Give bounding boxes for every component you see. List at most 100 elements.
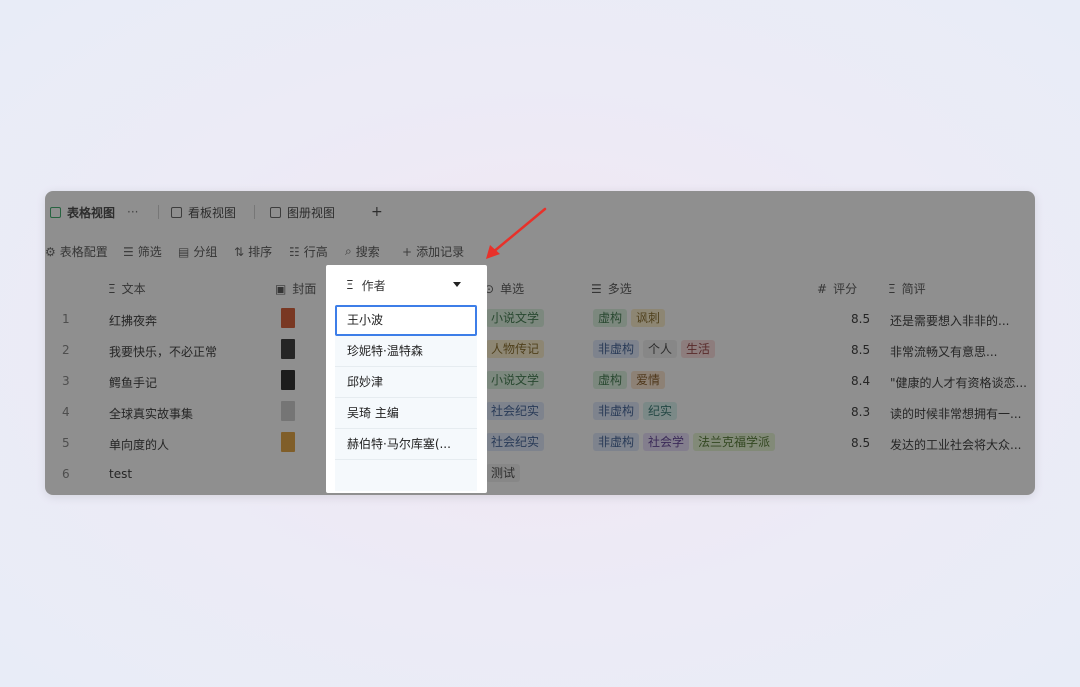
single-select-cell[interactable]: 小说文学 (486, 371, 548, 389)
column-header-single[interactable]: ⊙ 单选 (484, 280, 524, 297)
image-field-icon: ▣ (275, 281, 287, 296)
caret-down-icon[interactable] (453, 282, 461, 287)
action-label: 分组 (193, 245, 218, 259)
single-select-cell[interactable]: 人物传记 (486, 340, 548, 358)
score-cell[interactable]: 8.5 (851, 312, 870, 326)
row-number: 5 (62, 436, 70, 450)
review-cell[interactable]: 还是需要想入非非的... (890, 312, 1009, 329)
action-label: 筛选 (137, 245, 162, 259)
tab-label: 表格视图 (67, 205, 116, 220)
author-option[interactable]: 赫伯特·马尔库塞(... (335, 429, 477, 460)
select-tag: 虚构 (593, 371, 628, 389)
column-header-multi[interactable]: ☰ 多选 (591, 280, 632, 297)
tab-divider (158, 205, 159, 219)
sort-button[interactable]: ⇅ 排序 (234, 243, 272, 260)
review-cell[interactable]: 发达的工业社会将大众... (890, 436, 1021, 453)
more-icon[interactable]: ··· (127, 205, 138, 219)
toolbar-actions: ⚙ 表格配置 ☰ 筛选 ▤ 分组 ⇅ 排序 ☷ 行高 ⌕ 搜索 + 添加记录 (45, 233, 1035, 267)
row-number: 4 (62, 405, 70, 419)
review-cell[interactable]: 非常流畅又有意思... (890, 343, 997, 360)
single-select-cell[interactable]: 社会纪实 (486, 433, 548, 451)
select-tag: 小说文学 (486, 309, 545, 327)
add-record-button[interactable]: + 添加记录 (402, 243, 464, 260)
author-option-selected[interactable]: 王小波 (335, 305, 477, 336)
select-tag: 人物传记 (486, 340, 545, 358)
group-button[interactable]: ▤ 分组 (178, 243, 217, 260)
text-cell[interactable]: 单向度的人 (109, 436, 169, 453)
review-cell[interactable]: "健康的人才有资格谈恋... (890, 374, 1027, 391)
table-row[interactable]: 2 我要快乐，不必正常 人物传记 非虚构 个人 生活 8.5 非常流畅又有意思... (45, 335, 1035, 366)
text-field-icon: Ξ (346, 278, 354, 292)
table-row[interactable]: 1 红拂夜奔 小说文学 虚构 讽刺 8.5 还是需要想入非非的... (45, 304, 1035, 335)
author-option[interactable]: 珍妮特·温特森 (335, 336, 477, 367)
plus-icon: + (371, 204, 383, 220)
select-tag: 生活 (681, 340, 716, 358)
row-height-button[interactable]: ☷ 行高 (289, 243, 328, 260)
tab-table-view[interactable]: 表格视图 ··· (50, 204, 138, 220)
select-tag: 讽刺 (631, 309, 666, 327)
search-icon: ⌕ (345, 244, 352, 258)
column-header-review[interactable]: Ξ 简评 (888, 280, 926, 297)
tab-kanban-view[interactable]: 看板视图 (171, 204, 236, 220)
column-label: 简评 (901, 282, 926, 296)
column-header-text[interactable]: Ξ 文本 (108, 280, 146, 297)
cover-image[interactable] (281, 339, 295, 359)
text-cell[interactable]: 我要快乐，不必正常 (109, 343, 217, 360)
table-row[interactable]: 6 test 测试 (45, 459, 1035, 490)
multi-select-cell[interactable]: 虚构 爱情 (593, 371, 669, 389)
table-window: 表格视图 ··· 看板视图 图册视图 + ⚙ 表格配置 ☰ 筛选 ▤ 分组 ⇅ 排序 ☷… (45, 191, 1035, 495)
select-tag: 虚构 (593, 309, 628, 327)
score-cell[interactable]: 8.3 (851, 405, 870, 419)
search-button[interactable]: ⌕ 搜索 (345, 243, 380, 260)
column-header-score[interactable]: # 评分 (817, 280, 857, 297)
review-cell[interactable]: 读的时候非常想拥有一... (890, 405, 1021, 422)
author-option[interactable]: 邱妙津 (335, 367, 477, 398)
add-view-button[interactable]: + (371, 204, 383, 220)
tab-gallery-view[interactable]: 图册视图 (270, 204, 335, 220)
text-field-icon: Ξ (888, 281, 896, 296)
author-field-dropdown: Ξ 作者 王小波 珍妮特·温特森 邱妙津 吴琦 主编 赫伯特·马尔库塞(... (326, 265, 487, 493)
table-config-button[interactable]: ⚙ 表格配置 (45, 243, 108, 260)
table-row[interactable]: 4 全球真实故事集 社会纪实 非虚构 纪实 8.3 读的时候非常想拥有一... (45, 397, 1035, 428)
table-row[interactable]: 3 鳄鱼手记 小说文学 虚构 爱情 8.4 "健康的人才有资格谈恋... (45, 366, 1035, 397)
column-header-cover[interactable]: ▣ 封面 (275, 280, 316, 297)
column-label: 文本 (121, 282, 146, 296)
author-option[interactable]: 吴琦 主编 (335, 398, 477, 429)
filter-button[interactable]: ☰ 筛选 (123, 243, 162, 260)
cover-image[interactable] (281, 432, 295, 452)
cover-image[interactable] (281, 401, 295, 421)
text-cell[interactable]: 红拂夜奔 (109, 312, 157, 329)
column-label: 单选 (500, 282, 525, 296)
text-cell[interactable]: 全球真实故事集 (109, 405, 193, 422)
cover-image[interactable] (281, 308, 295, 328)
single-select-cell[interactable]: 社会纪实 (486, 402, 548, 420)
multi-select-cell[interactable]: 非虚构 社会学 法兰克福学派 (593, 433, 779, 451)
single-select-cell[interactable]: 测试 (486, 464, 524, 482)
single-select-cell[interactable]: 小说文学 (486, 309, 548, 327)
cover-image[interactable] (281, 370, 295, 390)
row-number: 6 (62, 467, 70, 481)
select-tag: 非虚构 (593, 433, 640, 451)
multi-select-icon: ☰ (591, 281, 602, 296)
score-cell[interactable]: 8.5 (851, 343, 870, 357)
select-tag: 非虚构 (593, 402, 640, 420)
tab-label: 图册视图 (287, 205, 336, 220)
settings-icon: ⚙ (45, 244, 56, 259)
select-tag: 测试 (486, 464, 521, 482)
select-tag: 爱情 (631, 371, 666, 389)
score-cell[interactable]: 8.4 (851, 374, 870, 388)
text-cell[interactable]: test (109, 467, 132, 481)
action-label: 添加记录 (416, 245, 465, 259)
multi-select-cell[interactable]: 非虚构 纪实 (593, 402, 681, 420)
score-cell[interactable]: 8.5 (851, 436, 870, 450)
author-column-header[interactable]: Ξ 作者 (326, 265, 487, 305)
text-cell[interactable]: 鳄鱼手记 (109, 374, 157, 391)
multi-select-cell[interactable]: 非虚构 个人 生活 (593, 340, 719, 358)
table-row[interactable]: 5 单向度的人 社会纪实 非虚构 社会学 法兰克福学派 8.5 发达的工业社会将大众… (45, 428, 1035, 459)
column-label: 封面 (292, 282, 317, 296)
multi-select-cell[interactable]: 虚构 讽刺 (593, 309, 669, 327)
select-tag: 社会纪实 (486, 433, 545, 451)
tab-divider (254, 205, 255, 219)
grid-header: Ξ 文本 ▣ 封面 ⊙ 单选 ☰ 多选 # 评分 Ξ 简评 (45, 271, 1035, 303)
select-tag: 法兰克福学派 (693, 433, 776, 451)
